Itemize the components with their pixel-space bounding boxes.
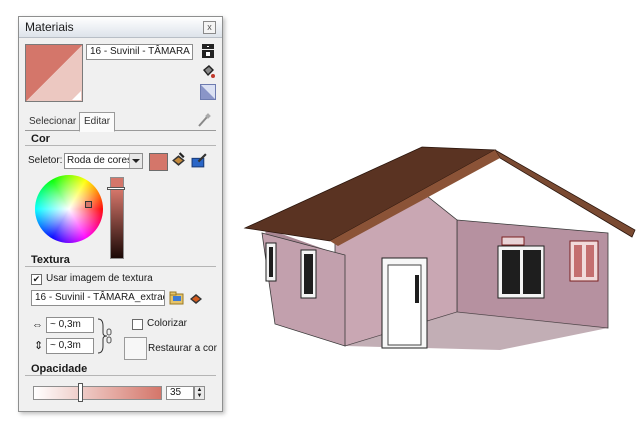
lock-aspect-chain-icon[interactable] [96,317,112,355]
brightness-slider-thumb[interactable] [107,187,125,190]
panel-title: Materiais [25,20,74,34]
opacity-section-label: Opacidade [31,363,88,375]
opacity-slider-thumb[interactable] [78,383,83,402]
texture-section-label: Textura [31,254,70,266]
material-preview-swatch[interactable] [25,44,83,102]
door-handle-glass [415,275,419,303]
selector-label: Seletor: [28,155,63,166]
default-material-icon[interactable] [200,84,216,100]
panel-tabs: Selecionar Editar [25,112,216,132]
eyedropper-icon[interactable] [196,113,212,128]
window-left-1-glass [269,247,273,277]
current-color-chip[interactable] [149,153,168,171]
restore-color-button[interactable] [124,337,147,360]
width-arrows-icon: ⇔ [32,319,43,331]
window-right-1-glass-left [502,250,520,294]
color-picker-select[interactable]: Roda de cores [64,153,143,169]
match-color-screen-icon[interactable] [191,152,208,169]
window-right-2-glass-left [574,245,582,277]
tab-editar[interactable]: Editar [79,112,116,132]
window-right-1-top [501,236,525,246]
edit-texture-icon[interactable] [188,290,204,306]
tab-selecionar[interactable]: Selecionar [25,114,80,129]
opacity-value-input[interactable]: 35 [166,386,194,400]
restore-color-label: Restaurar a cor [148,343,217,354]
browse-folder-icon[interactable] [169,290,185,306]
window-left-2-glass [304,254,313,294]
match-color-model-icon[interactable] [170,152,187,169]
create-material-icon[interactable] [200,43,216,59]
texture-file-input[interactable]: 16 - Suvinil - TÂMARA_extracted [31,290,165,306]
brightness-slider[interactable] [110,189,124,259]
color-wheel-marker[interactable] [85,201,92,208]
window-right-2-glass-right [586,245,594,277]
height-arrows-icon: ⇕ [34,340,44,352]
opacity-spinner[interactable]: ▲ ▼ [194,386,205,400]
texture-height-input[interactable]: ~ 0,3m [46,338,94,354]
house-3d-model[interactable] [240,140,640,370]
swatch-corner-icon [72,91,81,100]
color-wheel[interactable] [35,175,103,243]
use-texture-checkbox[interactable]: ✔ [31,274,42,285]
materials-panel: Materiais x 16 - Suvinil - TÂMARA Seleci… [18,16,223,412]
panel-titlebar[interactable]: Materiais x [19,17,222,38]
opacity-slider[interactable] [33,386,162,400]
close-button[interactable]: x [203,21,216,34]
material-name-input[interactable]: 16 - Suvinil - TÂMARA [86,44,193,60]
texture-section-divider [25,266,216,267]
paint-bucket-icon[interactable] [200,63,216,79]
colorize-checkbox[interactable] [132,319,143,330]
color-picker-value: Roda de cores [67,155,133,166]
use-texture-label: Usar imagem de textura [46,273,153,284]
window-right-1-glass-right [523,250,541,294]
color-section-label: Cor [31,133,50,145]
texture-width-input[interactable]: ~ 0,3m [46,317,94,333]
color-section-divider [25,145,216,146]
colorize-label: Colorizar [147,318,188,329]
opacity-section-divider [25,375,216,376]
roof-right-slope [494,149,636,238]
chevron-down-icon[interactable] [129,154,142,168]
